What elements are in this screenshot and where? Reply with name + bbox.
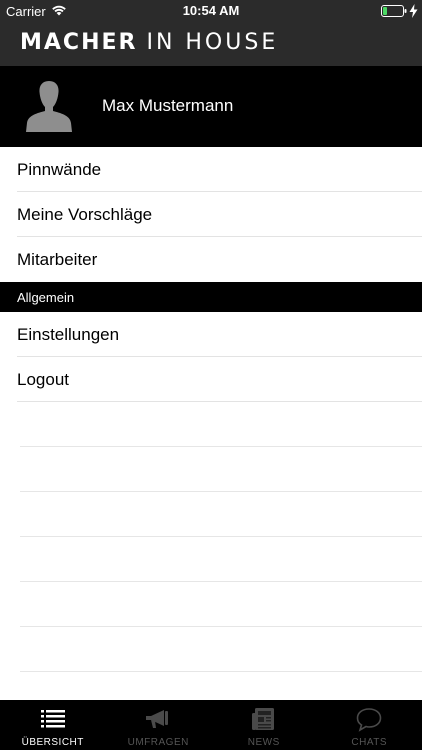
menu-item-label: Einstellungen <box>17 324 120 344</box>
tab-chats[interactable]: CHATS <box>317 700 422 750</box>
status-bar: Carrier 10:54 AM <box>0 0 422 22</box>
app-logo: MACHER IN HOUSE <box>20 30 278 55</box>
menu-item-label: Logout <box>17 369 69 389</box>
empty-row <box>0 627 422 672</box>
menu-item-pinnwaende[interactable]: Pinnwände <box>0 147 422 192</box>
side-menu: Pinnwände Meine Vorschläge Mitarbeiter A… <box>0 147 422 717</box>
tab-label: ÜBERSICHT <box>21 737 84 748</box>
empty-row <box>0 492 422 537</box>
app-header: MACHER IN HOUSE <box>0 22 422 66</box>
empty-row <box>0 582 422 627</box>
chat-bubble-icon <box>356 708 382 732</box>
tab-uebersicht[interactable]: ÜBERSICHT <box>0 700 106 750</box>
menu-item-logout[interactable]: Logout <box>0 357 422 402</box>
tab-label: CHATS <box>351 737 388 748</box>
menu-item-meine-vorschlaege[interactable]: Meine Vorschläge <box>0 192 422 237</box>
megaphone-icon <box>146 710 169 728</box>
empty-row <box>0 402 422 447</box>
logo-light-text: IN HOUSE <box>146 30 279 55</box>
menu-item-label: Meine Vorschläge <box>17 204 153 224</box>
profile-header[interactable]: Max Mustermann <box>0 66 422 147</box>
menu-item-einstellungen[interactable]: Einstellungen <box>0 312 422 357</box>
profile-name: Max Mustermann <box>102 96 234 115</box>
charging-bolt-icon <box>409 4 418 18</box>
menu-item-mitarbeiter[interactable]: Mitarbeiter <box>0 237 422 282</box>
tab-umfragen[interactable]: UMFRAGEN <box>106 700 212 750</box>
newspaper-icon <box>251 708 274 730</box>
list-icon <box>40 710 65 728</box>
status-time: 10:54 AM <box>182 3 240 18</box>
tab-bar: ÜBERSICHT UMFRAGEN NEWS CHATS <box>0 700 422 750</box>
logo-bold-text: MACHER <box>20 30 138 55</box>
empty-row <box>0 537 422 582</box>
section-header-label: Allgemein <box>17 289 75 305</box>
avatar-icon <box>26 81 72 132</box>
tab-news[interactable]: NEWS <box>211 700 317 750</box>
menu-item-label: Mitarbeiter <box>17 249 98 269</box>
battery-icon <box>381 5 407 17</box>
section-header-allgemein: Allgemein <box>0 282 422 312</box>
tab-label: NEWS <box>247 737 280 748</box>
empty-row <box>0 447 422 492</box>
menu-item-label: Pinnwände <box>17 159 102 179</box>
tab-label: UMFRAGEN <box>127 737 189 748</box>
